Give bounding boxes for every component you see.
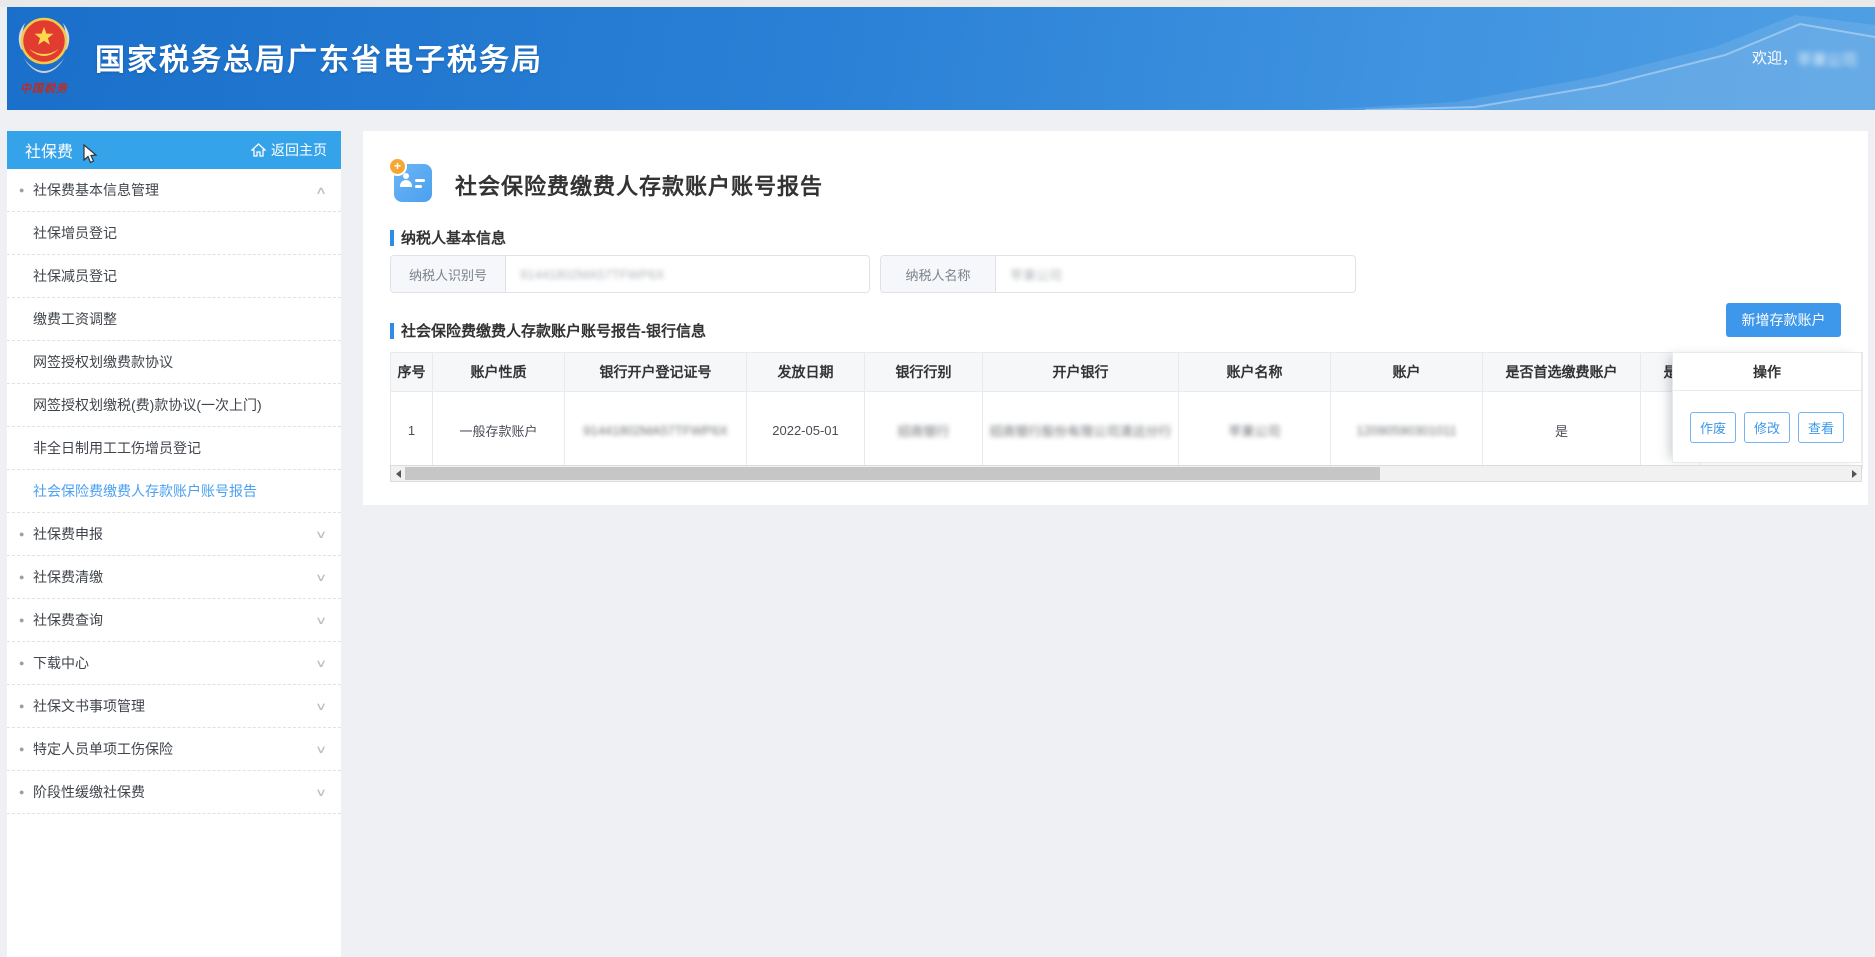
home-icon (251, 143, 266, 157)
cell-account-no: 12090590301011 (1331, 392, 1483, 469)
page: 中国税务 国家税务总局广东省电子税务局 欢迎，苹果公司 社保费 返回主页 ● 社… (0, 0, 1875, 957)
main-content: + 社会保险费缴费人存款账户账号报告 纳税人基本信息 纳税人识别号 914418… (363, 131, 1868, 505)
col-seq: 序号 (391, 353, 433, 392)
bank-accounts-table: 序号 账户性质 银行开户登记证号 发放日期 银行行别 开户银行 账户名称 账户 … (390, 352, 1863, 469)
sidebar-item-download-center[interactable]: ● 下载中心 ∨ (7, 642, 341, 685)
tax-bureau-emblem: 中国税务 (13, 13, 75, 107)
bullet-icon: ● (19, 615, 33, 625)
emblem-caption: 中国税务 (13, 80, 75, 96)
chevron-down-icon: ∨ (315, 743, 327, 756)
sidebar-item-online-sign-fee-agreement[interactable]: 网签授权划缴费款协议 (7, 341, 341, 384)
window-edge-strip (0, 0, 1875, 7)
operations-fixed-column: 操作 作废 修改 查看 (1672, 352, 1862, 463)
sidebar-item-online-sign-tax-agreement[interactable]: 网签授权划缴税(费)款协议(一次上门) (7, 384, 341, 427)
great-wall-background (895, 7, 1875, 110)
sidebar: 社保费 返回主页 ● 社保费基本信息管理 ∧ 社保增员登记 社保减员登记 (7, 131, 341, 957)
bullet-icon: ● (19, 529, 33, 539)
chevron-down-icon: ∨ (315, 700, 327, 713)
taxpayer-id-value[interactable]: 91441802MA57TFWP6X (506, 256, 869, 292)
mouse-cursor-icon (83, 144, 98, 164)
taxpayer-id-field: 纳税人识别号 91441802MA57TFWP6X (390, 255, 870, 293)
bullet-icon: ● (19, 572, 33, 582)
cell-account-nature: 一般存款账户 (433, 392, 565, 469)
welcome-message: 欢迎，苹果公司 (1752, 47, 1857, 70)
sidebar-item-add-member[interactable]: 社保增员登记 (7, 212, 341, 255)
sidebar-title: 社保费 (25, 138, 73, 162)
chevron-down-icon: ∨ (315, 657, 327, 670)
cell-account-name: 苹果公司 (1179, 392, 1331, 469)
table-horizontal-scrollbar[interactable] (390, 465, 1862, 482)
scrollbar-thumb[interactable] (405, 467, 1380, 480)
taxpayer-name-label: 纳税人名称 (881, 256, 996, 292)
back-home-label: 返回主页 (271, 140, 327, 160)
plus-badge-icon: + (388, 157, 407, 176)
chevron-down-icon: ∨ (315, 528, 327, 541)
cell-is-preferred: 是 (1483, 392, 1641, 469)
bank-info-section-header: 社会保险费缴费人存款账户账号报告-银行信息 (390, 320, 706, 341)
sidebar-item-fee-settle[interactable]: ● 社保费清缴 ∨ (7, 556, 341, 599)
taxpayer-name-value[interactable]: 苹果公司 (996, 256, 1355, 292)
chevron-down-icon: ∨ (315, 786, 327, 799)
col-account-name: 账户名称 (1179, 353, 1331, 392)
view-button[interactable]: 查看 (1798, 412, 1844, 443)
col-account-no: 账户 (1331, 353, 1483, 392)
cell-bank-category: 招商银行 (865, 392, 983, 469)
taxpayer-info-form: 纳税人识别号 91441802MA57TFWP6X 纳税人名称 苹果公司 (390, 255, 1356, 293)
col-is-preferred: 是否首选缴费账户 (1483, 353, 1641, 392)
table-header-row: 序号 账户性质 银行开户登记证号 发放日期 银行行别 开户银行 账户名称 账户 … (391, 353, 1863, 392)
account-report-icon: + (394, 164, 432, 202)
modify-button[interactable]: 修改 (1744, 412, 1790, 443)
void-button[interactable]: 作废 (1690, 412, 1736, 443)
bullet-icon: ● (19, 701, 33, 711)
page-title: 社会保险费缴费人存款账户账号报告 (455, 169, 823, 201)
sidebar-item-parttime-injury-register[interactable]: 非全日制用工工伤增员登记 (7, 427, 341, 470)
sidebar-item-special-injury-insurance[interactable]: ● 特定人员单项工伤保险 ∨ (7, 728, 341, 771)
sidebar-item-deposit-account-report[interactable]: 社会保险费缴费人存款账户账号报告 (7, 470, 341, 513)
sidebar-item-document-management[interactable]: ● 社保文书事项管理 ∨ (7, 685, 341, 728)
bullet-icon: ● (19, 185, 33, 195)
top-banner: 中国税务 国家税务总局广东省电子税务局 欢迎，苹果公司 (7, 7, 1875, 110)
col-opening-bank: 开户银行 (983, 353, 1179, 392)
operations-buttons: 作废 修改 查看 (1673, 391, 1861, 463)
sidebar-item-fee-declare[interactable]: ● 社保费申报 ∨ (7, 513, 341, 556)
taxpayer-info-section-header: 纳税人基本信息 (390, 227, 506, 248)
taxpayer-name-field: 纳税人名称 苹果公司 (880, 255, 1356, 293)
sidebar-header: 社保费 返回主页 (7, 131, 341, 169)
cell-seq: 1 (391, 392, 433, 469)
taxpayer-id-label: 纳税人识别号 (391, 256, 506, 292)
col-issue-date: 发放日期 (747, 353, 865, 392)
section-bar (390, 230, 394, 246)
sidebar-item-staged-deferred-fee[interactable]: ● 阶段性缓缴社保费 ∨ (7, 771, 341, 814)
logged-in-company-name: 苹果公司 (1797, 49, 1857, 70)
cell-issue-date: 2022-05-01 (747, 392, 865, 469)
col-account-nature: 账户性质 (433, 353, 565, 392)
sidebar-menu: ● 社保费基本信息管理 ∧ 社保增员登记 社保减员登记 缴费工资调整 网签授权划… (7, 169, 341, 814)
operations-header: 操作 (1673, 353, 1861, 391)
col-bank-category: 银行行别 (865, 353, 983, 392)
bullet-icon: ● (19, 787, 33, 797)
back-home-link[interactable]: 返回主页 (251, 140, 327, 160)
section-bar (390, 323, 394, 339)
col-bank-reg-cert-no: 银行开户登记证号 (565, 353, 747, 392)
sidebar-item-social-fee-basic-info[interactable]: ● 社保费基本信息管理 ∧ (7, 169, 341, 212)
site-title: 国家税务总局广东省电子税务局 (95, 35, 543, 79)
sidebar-item-wage-adjust[interactable]: 缴费工资调整 (7, 298, 341, 341)
chevron-down-icon: ∨ (315, 614, 327, 627)
tax-emblem-icon (13, 13, 75, 77)
chevron-down-icon: ∨ (315, 571, 327, 584)
add-deposit-account-button[interactable]: 新增存款账户 (1726, 303, 1841, 337)
scroll-right-arrow-icon[interactable] (1847, 466, 1861, 481)
bullet-icon: ● (19, 744, 33, 754)
cell-opening-bank: 招商银行股份有限公司清远分行 (983, 392, 1179, 469)
cell-bank-reg-cert-no: 91441802MA57TFWP6X (565, 392, 747, 469)
sidebar-item-remove-member[interactable]: 社保减员登记 (7, 255, 341, 298)
table-row: 1 一般存款账户 91441802MA57TFWP6X 2022-05-01 招… (391, 392, 1863, 469)
sidebar-item-fee-query[interactable]: ● 社保费查询 ∨ (7, 599, 341, 642)
chevron-up-icon: ∧ (315, 184, 327, 197)
scroll-left-arrow-icon[interactable] (391, 466, 405, 481)
bullet-icon: ● (19, 658, 33, 668)
welcome-prefix: 欢迎， (1752, 50, 1797, 67)
